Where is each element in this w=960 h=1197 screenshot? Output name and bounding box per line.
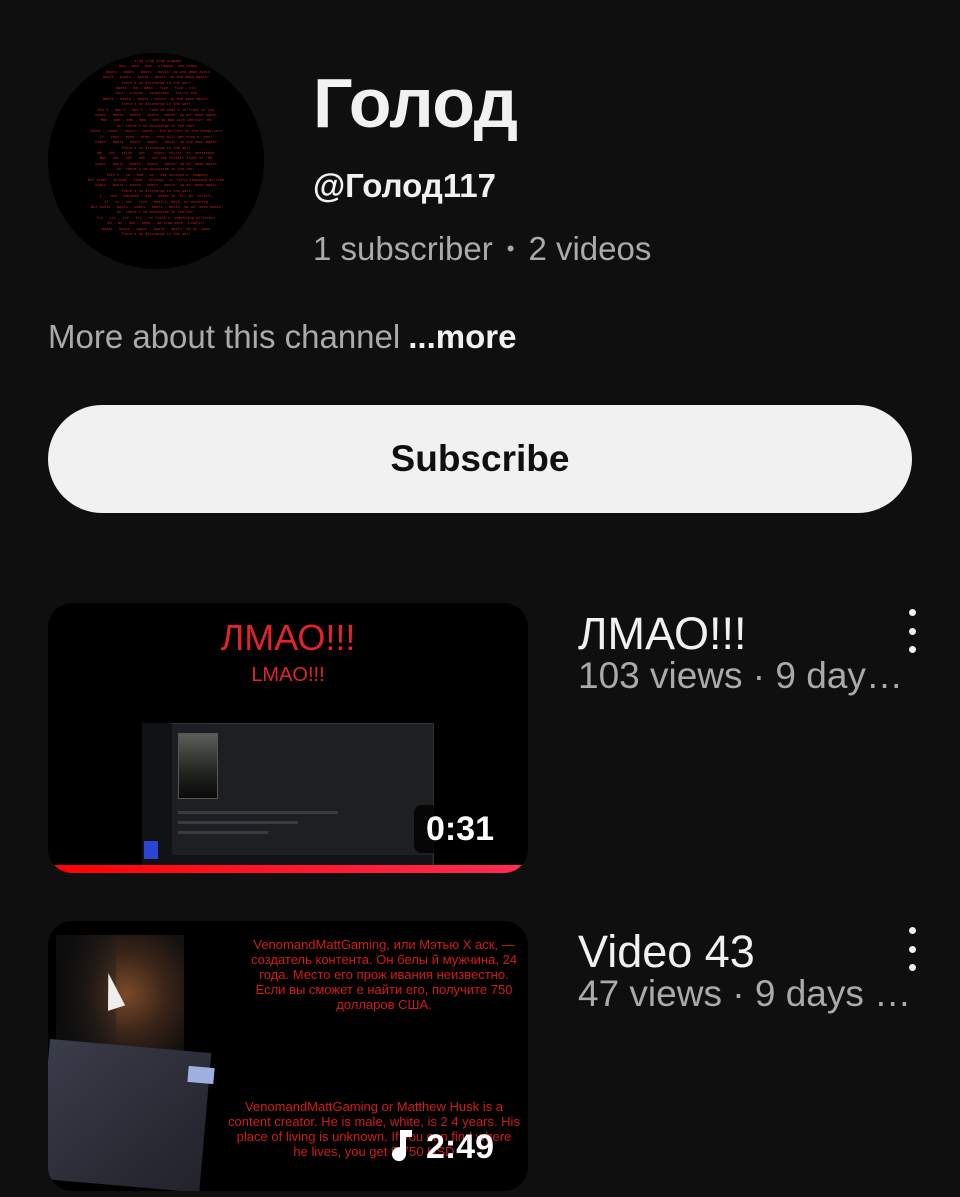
channel-page: - slag slag slag slagger - boo - boo - bo… bbox=[0, 0, 960, 1197]
video-meta: 103 views · 9 days ago bbox=[578, 655, 914, 696]
thumb-title-en: LMAO!!! bbox=[251, 664, 325, 686]
more-vert-icon[interactable] bbox=[894, 609, 930, 653]
channel-handle: @Голод117 bbox=[313, 167, 497, 204]
video-thumbnail[interactable]: ЛМАО!!! LMAO!!! 0:31 bbox=[48, 603, 528, 873]
channel-name: Голод bbox=[313, 64, 518, 142]
avatar-poem-line: I - 'ave - marched - six - weeks in 'Ell… bbox=[99, 194, 213, 199]
video-item[interactable]: VenomandMattGaming, или Мэтью Х аск, — с… bbox=[48, 921, 916, 1193]
video-item[interactable]: ЛМАО!!! LMAO!!! 0:31 ЛМАО!!! 103 views ·… bbox=[48, 603, 916, 875]
thumb-taskbar bbox=[172, 855, 432, 865]
avatar-poem-line: There's no discharge in the war! bbox=[121, 232, 191, 236]
thumb-photo-overlay bbox=[48, 1039, 212, 1191]
duration-text: 2:49 bbox=[425, 1128, 494, 1166]
watch-progress-bar bbox=[48, 865, 528, 873]
about-text: More about this channel bbox=[48, 318, 401, 355]
avatar-poem-line: boots - boots - boots - boots - movin' u… bbox=[95, 183, 217, 188]
video-count: 2 videos bbox=[528, 230, 652, 267]
stats-separator: • bbox=[506, 236, 515, 261]
channel-stats: 1 subscriber • 2 videos bbox=[313, 229, 651, 269]
more-vert-icon[interactable] bbox=[894, 927, 930, 971]
avatar-poem-line: boots - boots - boots - movin' up and do… bbox=[102, 75, 210, 80]
thumb-text-ru: VenomandMattGaming, или Мэтью Х аск, — с… bbox=[250, 937, 518, 1012]
music-note-icon bbox=[391, 1130, 412, 1162]
thumb-divider bbox=[178, 831, 268, 834]
thumb-title-ru: ЛМАО!!! bbox=[220, 617, 356, 658]
video-duration: 0:31 bbox=[413, 805, 506, 853]
thumb-poster-image bbox=[178, 733, 218, 799]
avatar-poem-line: boots - boots - boots - boots - movin' u… bbox=[95, 140, 217, 145]
subscribe-button[interactable]: Subscribe bbox=[48, 405, 912, 513]
channel-about[interactable]: More about this channel ...more bbox=[48, 317, 516, 357]
video-meta: 47 views · 9 days ago bbox=[578, 973, 914, 1014]
video-thumbnail[interactable]: VenomandMattGaming, или Мэтью Х аск, — с… bbox=[48, 921, 528, 1191]
thumb-divider bbox=[178, 821, 298, 824]
thumb-blue-block bbox=[144, 841, 158, 859]
avatar-poem-line: But - not - not - not - not the chronic … bbox=[99, 156, 213, 161]
subscriber-count: 1 subscriber bbox=[313, 230, 493, 267]
duration-text: 0:31 bbox=[425, 810, 494, 848]
about-more-link[interactable]: ...more bbox=[408, 318, 516, 355]
avatar-poem-text: - slag slag slag slagger - boo - boo - bo… bbox=[84, 59, 228, 237]
video-duration: 2:49 bbox=[374, 1123, 506, 1171]
thumb-divider bbox=[178, 811, 338, 814]
channel-avatar[interactable]: - slag slag slag slagger - boo - boo - bo… bbox=[48, 53, 264, 269]
thumb-photo-chip bbox=[187, 1065, 215, 1085]
avatar-poem-line: Count - count - count - count - the bull… bbox=[90, 129, 222, 134]
